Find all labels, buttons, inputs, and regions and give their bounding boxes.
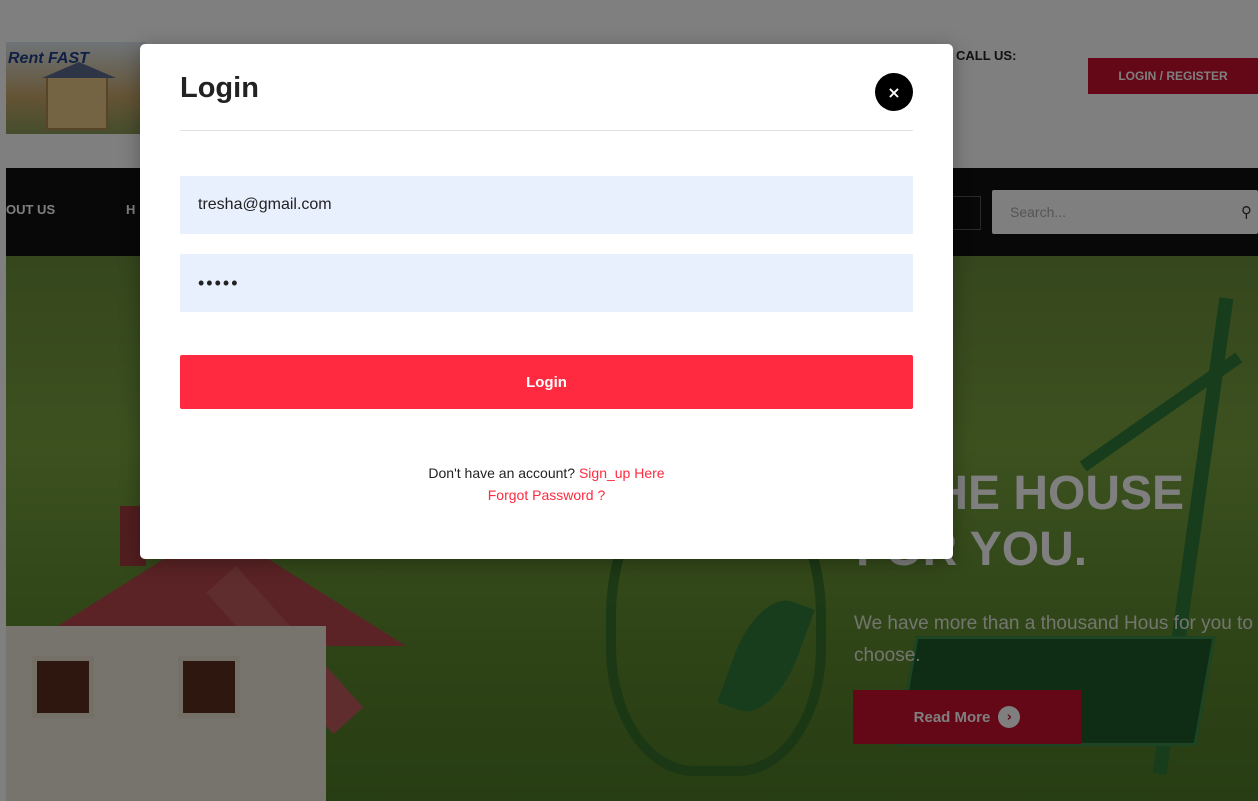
close-button[interactable]: ×: [875, 73, 913, 111]
signup-link[interactable]: Sign_up Here: [579, 465, 665, 481]
signup-prompt: Don't have an account? Sign_up Here: [140, 462, 953, 484]
login-button[interactable]: Login: [180, 355, 913, 409]
password-field[interactable]: [180, 254, 913, 312]
modal-divider: [180, 130, 913, 131]
email-field[interactable]: [180, 176, 913, 234]
login-modal: Login × Login Don't have an account? Sig…: [140, 44, 953, 559]
close-icon: ×: [887, 82, 901, 102]
forgot-password-link[interactable]: Forgot Password ?: [488, 487, 606, 503]
no-account-text: Don't have an account?: [428, 465, 576, 481]
modal-title: Login: [180, 72, 259, 104]
modal-footer: Don't have an account? Sign_up Here Forg…: [140, 462, 953, 506]
